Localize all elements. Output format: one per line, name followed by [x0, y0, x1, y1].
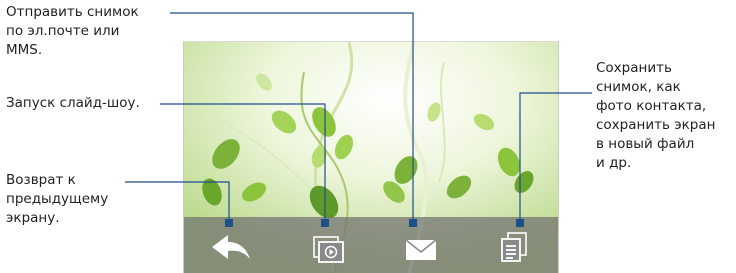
slideshow-button[interactable]: [301, 217, 357, 273]
device-screen: [183, 41, 559, 273]
slideshow-icon: [313, 236, 344, 263]
send-button[interactable]: [392, 217, 448, 273]
menu-list-icon: [501, 232, 527, 262]
save-callout-text: Сохранить снимок, как фото контакта, сох…: [596, 60, 716, 171]
menu-button[interactable]: [487, 217, 543, 273]
image-toolbar: [184, 217, 558, 273]
back-callout-text: Возврат к предыдущему экрану.: [6, 172, 109, 226]
back-button[interactable]: [202, 217, 258, 273]
envelope-icon: [405, 239, 437, 260]
send-callout-text: Отправить снимок по эл.почте или MMS.: [6, 4, 139, 58]
back-arrow-icon: [212, 235, 250, 259]
slideshow-callout-text: Запуск слайд-шоу.: [6, 95, 140, 111]
